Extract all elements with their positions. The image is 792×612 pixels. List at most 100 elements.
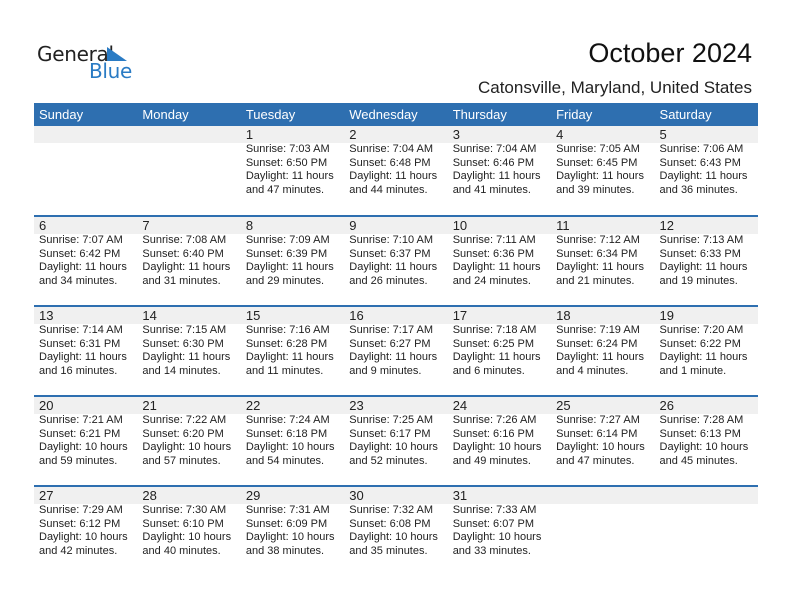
- daylight-text: Daylight: 11 hours: [245, 261, 334, 273]
- day-cell: 27 Sunrise: 7:29 AM Sunset: 6:12 PM Dayligh…: [34, 487, 137, 558]
- sunrise-text: Sunrise: 7:29 AM: [39, 504, 123, 516]
- sunrise-text: Sunrise: 7:22 AM: [142, 414, 227, 426]
- daylight-text: Daylight: 10 hours: [142, 441, 232, 453]
- generalblue-logo: General Blue: [37, 42, 137, 83]
- day-number: 22: [245, 398, 261, 413]
- sunrise-text: Sunrise: 7:11 AM: [452, 234, 536, 246]
- day-number: 19: [659, 308, 674, 323]
- day-number: 7: [142, 218, 150, 233]
- week-cells: 1 Sunrise: 7:03 AM Sunset: 6:50 PM Daylight…: [34, 126, 758, 197]
- day-cell: 16 Sunrise: 7:17 AM Sunset: 6:27 PM Dayligh…: [344, 307, 447, 378]
- day-number: 8: [245, 218, 254, 233]
- day-cell: 3 Sunrise: 7:04 AM Sunset: 6:46 PM Daylight…: [448, 126, 551, 197]
- day-number: 12: [659, 218, 674, 233]
- daylight-minutes-text: and 39 minutes.: [556, 183, 635, 196]
- sunrise-text: Sunrise: 7:18 AM: [452, 324, 537, 336]
- sunset-text: Sunset: 6:45 PM: [556, 156, 638, 169]
- daylight-text: Daylight: 11 hours: [556, 351, 644, 363]
- sunset-text: Sunset: 6:50 PM: [245, 156, 328, 169]
- day-number: 18: [556, 308, 571, 323]
- sunset-text: Sunset: 6:36 PM: [452, 247, 535, 260]
- day-cell: 17 Sunrise: 7:18 AM Sunset: 6:25 PM Dayligh…: [448, 307, 551, 378]
- sunset-text: Sunset: 6:46 PM: [452, 156, 535, 169]
- daylight-minutes-text: and 33 minutes.: [452, 544, 531, 557]
- sunset-text: Sunset: 6:20 PM: [142, 427, 224, 440]
- day-cell: 29 Sunrise: 7:31 AM Sunset: 6:09 PM Dayligh…: [241, 487, 344, 558]
- day-cell: 5 Sunrise: 7:06 AM Sunset: 6:43 PM Daylight…: [655, 126, 758, 197]
- sunrise-text: Sunrise: 7:12 AM: [556, 234, 640, 246]
- sunset-text: Sunset: 6:27 PM: [349, 337, 431, 350]
- daylight-text: Daylight: 11 hours: [659, 351, 748, 363]
- sunset-text: Sunset: 6:43 PM: [659, 156, 741, 169]
- daylight-minutes-text: and 14 minutes.: [142, 364, 221, 377]
- sunrise-text: Sunrise: 7:04 AM: [349, 143, 434, 155]
- day-cell: 30 Sunrise: 7:32 AM Sunset: 6:08 PM Dayligh…: [344, 487, 447, 558]
- sunset-text: Sunset: 6:40 PM: [142, 247, 224, 260]
- day-cell: 11 Sunrise: 7:12 AM Sunset: 6:34 PM Dayligh…: [551, 217, 654, 288]
- empty-day-cell: [551, 487, 654, 558]
- daylight-minutes-text: and 35 minutes.: [349, 544, 428, 557]
- daylight-minutes-text: and 26 minutes.: [349, 274, 428, 287]
- sunset-text: Sunset: 6:33 PM: [659, 247, 741, 260]
- sunset-text: Sunset: 6:14 PM: [556, 427, 638, 440]
- day-cell: 18 Sunrise: 7:19 AM Sunset: 6:24 PM Dayligh…: [551, 307, 654, 378]
- week-row: 6 Sunrise: 7:07 AM Sunset: 6:42 PM Daylight…: [34, 215, 758, 305]
- day-number: 1: [245, 127, 254, 142]
- daylight-text: Daylight: 11 hours: [349, 170, 438, 182]
- day-number: 26: [659, 398, 674, 413]
- empty-day-cell: [655, 487, 758, 558]
- daylight-minutes-text: and 49 minutes.: [452, 454, 531, 467]
- daylight-text: Daylight: 10 hours: [39, 531, 128, 543]
- daylight-minutes-text: and 34 minutes.: [39, 274, 118, 287]
- daylight-minutes-text: and 54 minutes.: [245, 454, 325, 467]
- sunrise-text: Sunrise: 7:21 AM: [39, 414, 123, 426]
- sunset-text: Sunset: 6:18 PM: [245, 427, 328, 440]
- day-cell: 7 Sunrise: 7:08 AM Sunset: 6:40 PM Daylight…: [137, 217, 240, 288]
- sunrise-text: Sunrise: 7:04 AM: [452, 143, 537, 155]
- daylight-text: Daylight: 10 hours: [659, 441, 749, 453]
- sunset-text: Sunset: 6:30 PM: [142, 337, 224, 350]
- sunrise-text: Sunrise: 7:13 AM: [659, 234, 744, 246]
- day-cell: 10 Sunrise: 7:11 AM Sunset: 6:36 PM Dayligh…: [448, 217, 551, 288]
- sunset-text: Sunset: 6:39 PM: [245, 247, 328, 260]
- sunset-text: Sunset: 6:22 PM: [659, 337, 741, 350]
- sunset-text: Sunset: 6:48 PM: [349, 156, 431, 169]
- day-cell: 28 Sunrise: 7:30 AM Sunset: 6:10 PM Dayligh…: [137, 487, 240, 558]
- day-cell: 8 Sunrise: 7:09 AM Sunset: 6:39 PM Daylight…: [241, 217, 344, 288]
- weeks-container: 1 Sunrise: 7:03 AM Sunset: 6:50 PM Daylight…: [34, 126, 758, 575]
- day-number: 10: [452, 218, 468, 233]
- location-subtitle: Catonsville, Maryland, United States: [477, 78, 752, 97]
- daylight-minutes-text: and 24 minutes.: [452, 274, 531, 287]
- daylight-minutes-text: and 42 minutes.: [39, 544, 118, 557]
- sunrise-text: Sunrise: 7:32 AM: [349, 504, 434, 516]
- sunrise-text: Sunrise: 7:05 AM: [556, 143, 640, 155]
- daylight-text: Daylight: 11 hours: [556, 170, 644, 182]
- day-cell: 23 Sunrise: 7:25 AM Sunset: 6:17 PM Dayligh…: [344, 397, 447, 468]
- day-cell: 20 Sunrise: 7:21 AM Sunset: 6:21 PM Dayligh…: [34, 397, 137, 468]
- daylight-text: Daylight: 10 hours: [452, 441, 542, 453]
- day-cell: 26 Sunrise: 7:28 AM Sunset: 6:13 PM Dayligh…: [655, 397, 758, 468]
- day-cell: 6 Sunrise: 7:07 AM Sunset: 6:42 PM Daylight…: [34, 217, 137, 288]
- daylight-minutes-text: and 36 minutes.: [659, 183, 738, 196]
- sunrise-text: Sunrise: 7:10 AM: [349, 234, 434, 246]
- day-cell: 1 Sunrise: 7:03 AM Sunset: 6:50 PM Daylight…: [241, 126, 344, 197]
- day-cell: 25 Sunrise: 7:27 AM Sunset: 6:14 PM Dayligh…: [551, 397, 654, 468]
- daylight-minutes-text: and 21 minutes.: [556, 274, 635, 287]
- day-number: 13: [39, 308, 54, 323]
- sunrise-text: Sunrise: 7:27 AM: [556, 414, 640, 426]
- daylight-text: Daylight: 11 hours: [245, 351, 334, 363]
- daylight-text: Daylight: 11 hours: [39, 351, 127, 363]
- daylight-text: Daylight: 11 hours: [452, 261, 541, 273]
- sunset-text: Sunset: 6:16 PM: [452, 427, 535, 440]
- daylight-minutes-text: and 57 minutes.: [142, 454, 221, 467]
- day-number: 17: [452, 308, 468, 323]
- sunset-text: Sunset: 6:13 PM: [659, 427, 741, 440]
- daylight-minutes-text: and 1 minute.: [659, 364, 727, 377]
- calendar-grid: Sunday Monday Tuesday Wednesday Thursday…: [34, 103, 758, 575]
- sunrise-text: Sunrise: 7:08 AM: [142, 234, 227, 246]
- daylight-minutes-text: and 40 minutes.: [142, 544, 221, 557]
- daylight-text: Daylight: 11 hours: [452, 351, 541, 363]
- daylight-text: Daylight: 11 hours: [349, 351, 438, 363]
- week-cells: 20 Sunrise: 7:21 AM Sunset: 6:21 PM Dayligh…: [34, 397, 758, 468]
- daylight-text: Daylight: 10 hours: [452, 531, 542, 543]
